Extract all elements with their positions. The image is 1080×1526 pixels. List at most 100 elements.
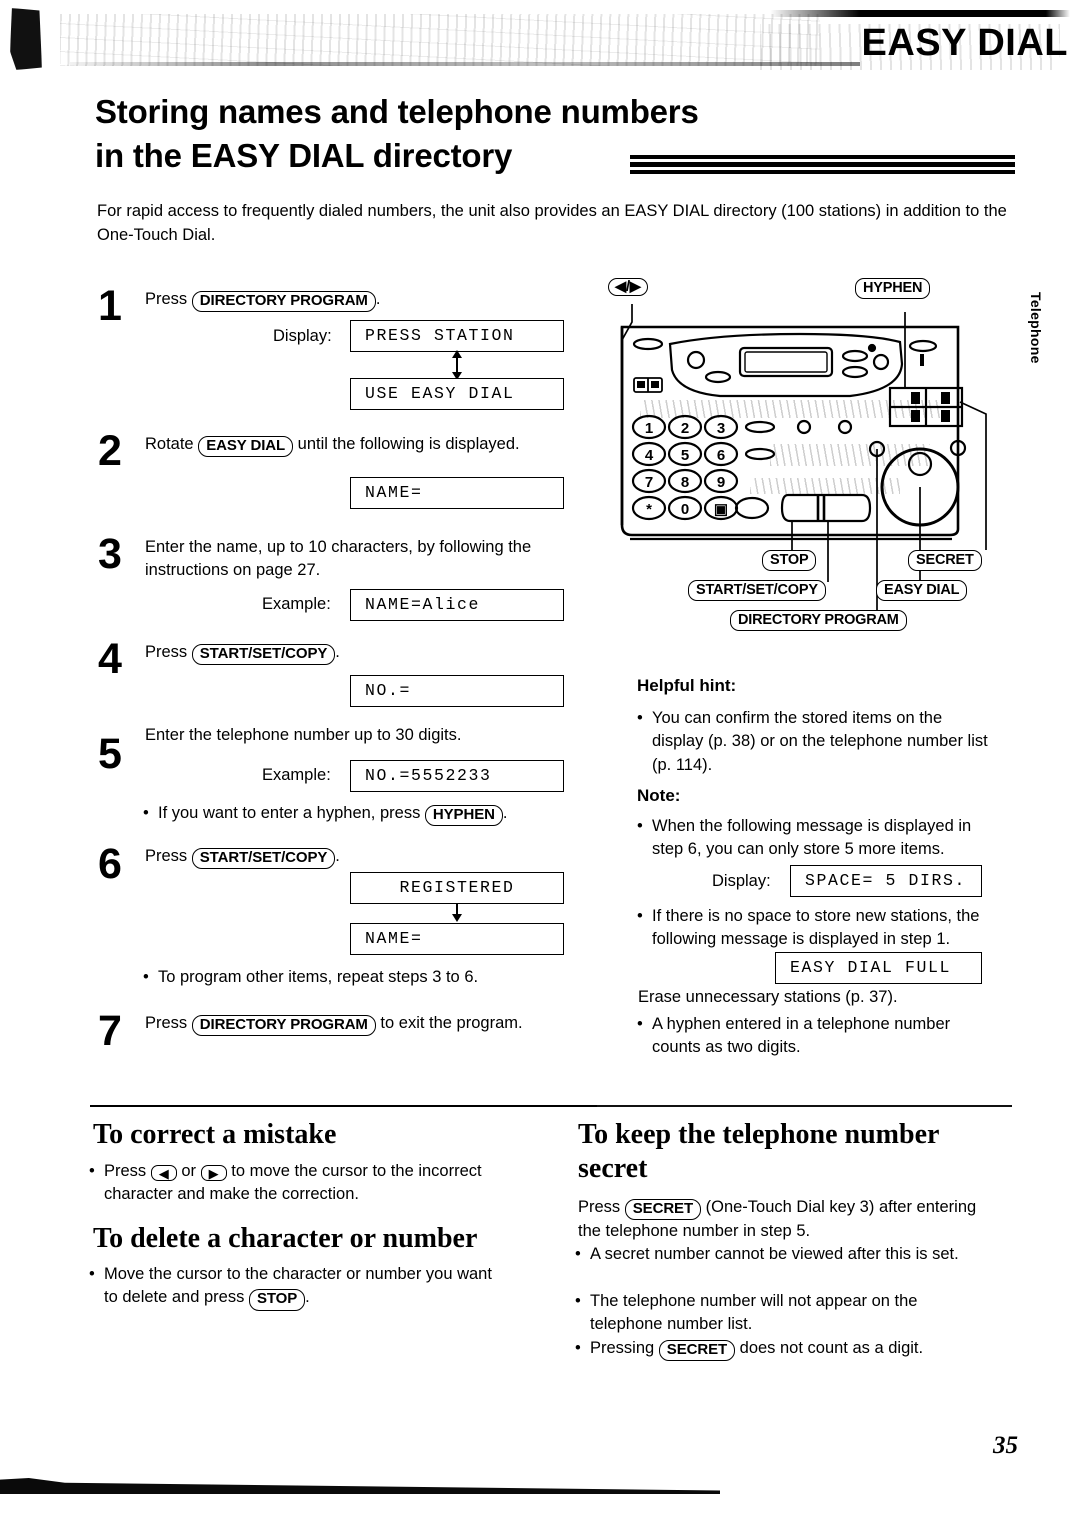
lcd-no-5552233: NO.=5552233 [350,760,564,792]
step-6-text-after: . [335,847,340,865]
scan-artifact-top-line [70,62,860,66]
left-arrow-key[interactable]: ◀ [150,1165,177,1181]
lcd-space-5-dirs: SPACE= 5 DIRS. [790,865,982,897]
right-arrow-key[interactable]: ▶ [200,1165,227,1181]
keep-secret-text-before: Press [578,1198,621,1216]
keep-secret-bullet-2: The telephone number will not appear on … [575,1290,990,1337]
svg-text:1: 1 [645,420,653,437]
key-start-set-copy-step6[interactable]: START/SET/COPY [191,848,336,870]
scan-artifact-top-smudge [60,14,820,66]
step-4-text-after: . [335,643,340,661]
key-directory-program[interactable]: DIRECTORY PROGRAM [191,291,376,313]
page-number: 35 [993,1432,1018,1459]
note-bullet-3: A hyphen entered in a telephone number c… [637,1013,997,1060]
step-6-bullet-repeat: To program other items, repeat steps 3 t… [143,966,568,990]
key-directory-program-step7[interactable]: DIRECTORY PROGRAM [191,1015,376,1037]
key-stop[interactable]: STOP [248,1289,306,1311]
step-5-bullet-text-before: If you want to enter a hyphen, press [158,804,421,822]
key-start-set-copy-step4[interactable]: START/SET/COPY [191,644,336,666]
step-number-1: 1 [98,282,122,330]
section-divider [90,1105,1012,1107]
section-tab-easy-dial: EASY DIAL [861,22,1068,64]
keep-secret-bullet-3: Pressing SECRET does not count as a digi… [575,1337,990,1362]
delete-character-heading: To delete a character or number [93,1223,478,1254]
key-easy-dial[interactable]: EASY DIAL [198,436,294,458]
lcd-name-alice: NAME=Alice [350,589,564,621]
left-arrow-icon: ◀ [615,279,626,295]
callout-secret[interactable]: SECRET [908,550,982,571]
step-3-instruction: Enter the name, up to 10 characters, by … [145,538,532,580]
keep-secret-b3-after: does not count as a digit. [739,1339,924,1357]
step-2-text-before: Rotate [145,435,194,453]
callout-directory-program[interactable]: DIRECTORY PROGRAM [730,610,907,631]
step-5-bullet-text-after: . [502,804,508,822]
svg-text:5: 5 [681,447,689,464]
svg-text:8: 8 [681,474,689,491]
svg-text:6: 6 [717,447,725,464]
flow-arrow-up-1 [452,350,462,358]
callout-hyphen[interactable]: HYPHEN [855,278,931,299]
side-tab-telephone: Telephone [1028,292,1044,364]
svg-text:4: 4 [645,447,654,464]
svg-text:0: 0 [681,501,689,518]
scan-artifact-topright-line [770,10,1070,17]
step-number-4: 4 [98,635,122,683]
delete-character-bullet: Move the cursor to the character or numb… [89,1263,504,1311]
helpful-hint-heading: Helpful hint: [637,676,737,695]
step-6-text-before: Press [145,847,188,865]
note-erase-text: Erase unnecessary stations (p. 37). [638,988,898,1006]
manual-page: EASY DIAL Telephone Storing names and te… [0,0,1080,1526]
step-7-text-after: to exit the program. [380,1014,523,1032]
lcd-name-empty-step2: NAME= [350,477,564,509]
lcd-press-station: PRESS STATION [350,320,564,352]
key-hyphen[interactable]: HYPHEN [424,805,503,827]
note-bullet-2: If there is no space to store new statio… [637,905,997,952]
scan-artifact-corner [10,8,42,70]
step-4-text-before: Press [145,643,188,661]
svg-text:7: 7 [645,474,653,491]
step-1-instruction: Press DIRECTORY PROGRAM. [145,288,545,313]
delete-text-after: . [305,1288,310,1307]
step-number-3: 3 [98,530,122,578]
step-5-instruction: Enter the telephone number up to 30 digi… [145,726,462,744]
correct-mistake-bullet: Press ◀ or ▶ to move the cursor to the i… [89,1160,494,1207]
callout-easy-dial[interactable]: EASY DIAL [876,580,968,601]
step-1-text-before: Press [145,290,188,308]
intro-paragraph: For rapid access to frequently dialed nu… [97,202,1007,244]
step-number-7: 7 [98,1007,122,1055]
flow-arrow-down-2 [452,914,462,922]
step-5-example-label: Example: [262,766,331,784]
svg-text:2: 2 [681,420,689,437]
lcd-registered: REGISTERED [350,872,564,904]
key-secret-bullet[interactable]: SECRET [658,1340,736,1362]
step-7-instruction: Press DIRECTORY PROGRAM to exit the prog… [145,1012,565,1037]
step-3-example-label: Example: [262,595,331,613]
scan-artifact-bottom-streak [0,1478,720,1494]
callout-stop[interactable]: STOP [762,550,817,571]
lcd-use-easy-dial: USE EASY DIAL [350,378,564,410]
step-1-text-after: . [375,290,381,308]
note-bullet-1: When the following message is displayed … [637,815,997,862]
key-secret-intro[interactable]: SECRET [624,1199,702,1221]
right-arrow-icon: ▶ [629,279,641,295]
note-display-label: Display: [712,872,771,890]
svg-text:*: * [646,501,652,518]
callout-cursor-keys[interactable]: ◀/▶ [608,278,648,296]
note-heading: Note: [637,786,681,805]
device-illustration: 1 2 3 4 5 6 7 8 9 * 0 ▣ ◀/▶ HYPHEN STOP SECRET S… [600,278,1020,652]
lcd-easy-dial-full: EASY DIAL FULL [775,952,982,984]
callout-start-set-copy[interactable]: START/SET/COPY [688,580,826,601]
step-2-text-after: until the following is displayed. [297,435,520,453]
keep-secret-bullet-1: A secret number cannot be viewed after t… [575,1243,990,1267]
step-5-bullet-hyphen: If you want to enter a hyphen, press HYP… [143,802,568,827]
correct-mistake-heading: To correct a mistake [93,1119,337,1150]
step-6-instruction: Press START/SET/COPY. [145,845,545,870]
keep-secret-intro: Press SECRET (One-Touch Dial key 3) afte… [578,1196,998,1244]
keep-secret-heading-line1: To keep the telephone number [578,1119,940,1150]
lcd-name-empty-step6: NAME= [350,923,564,955]
correct-mistake-or: or [181,1162,197,1180]
step-1-display-label: Display: [273,327,332,345]
lcd-no-empty: NO.= [350,675,564,707]
svg-text:3: 3 [717,420,725,437]
svg-text:▣: ▣ [714,501,728,518]
